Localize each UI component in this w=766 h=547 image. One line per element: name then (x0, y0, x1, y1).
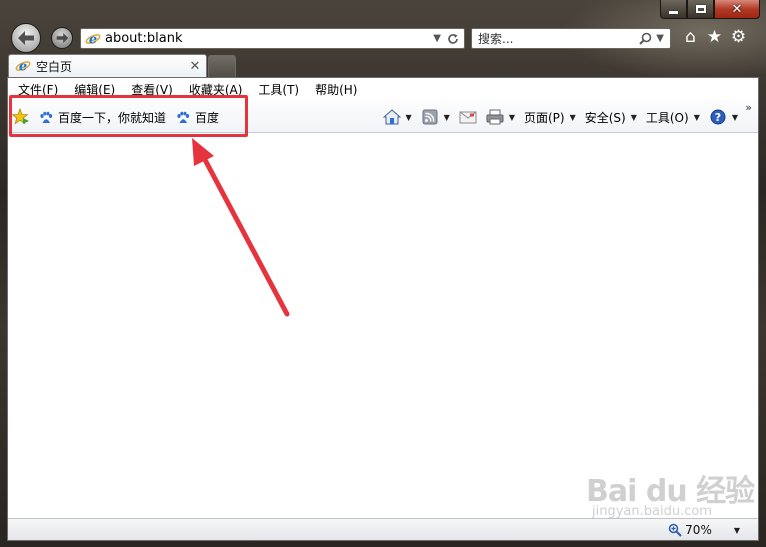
menu-help[interactable]: 帮助(H) (315, 81, 357, 98)
maximize-icon (695, 5, 706, 13)
help-icon: ? (710, 109, 726, 125)
more-commands-button[interactable]: » (745, 101, 752, 114)
gear-icon[interactable]: ⚙ (730, 27, 747, 47)
search-input[interactable]: 搜索... (472, 30, 639, 47)
baidu-jingyan-watermark: Bai du 经验 jingyan.baidu.com (586, 466, 755, 519)
command-bar: ▼ ▼ ▼ 页面(P) ▼ 安全(S) ▼ 工具(O) ▼ ? ▼ (374, 108, 738, 126)
home-icon (382, 109, 401, 125)
address-bar[interactable]: e about:blank ▼ (80, 28, 465, 49)
chevron-down-icon[interactable]: ▼ (433, 33, 441, 44)
home-dropdown-icon[interactable]: ▼ (406, 113, 412, 122)
forward-button[interactable] (51, 27, 73, 49)
tab-close-button[interactable]: ✕ (187, 59, 203, 74)
tab-blank-page[interactable]: e 空白页 ✕ (8, 54, 207, 77)
menu-favorites[interactable]: 收藏夹(A) (189, 81, 243, 98)
favorite-link-baidu[interactable]: 百度 (176, 109, 219, 126)
tab-ie-icon: e (15, 60, 31, 75)
zoom-icon (668, 523, 682, 537)
magnifier-icon[interactable] (639, 32, 652, 45)
maximize-button[interactable] (687, 0, 714, 19)
status-bar: 70% ▼ (8, 518, 758, 540)
add-favorite-star-icon[interactable] (12, 108, 30, 126)
back-arrow-icon (18, 31, 34, 45)
menu-tools[interactable]: 工具(T) (258, 81, 299, 98)
svg-text:e: e (19, 60, 27, 75)
menu-view[interactable]: 查看(V) (131, 81, 173, 98)
help-dropdown-icon[interactable]: ▼ (732, 113, 738, 122)
mail-icon (459, 111, 477, 124)
print-dropdown-icon[interactable]: ▼ (509, 113, 515, 122)
rss-icon (422, 109, 438, 125)
star-icon[interactable]: ★ (706, 27, 723, 47)
zoom-control[interactable]: 70% ▼ (668, 523, 740, 537)
favorite-link-baidu-search[interactable]: 百度一下，你就知道 (39, 109, 166, 126)
back-button[interactable] (11, 23, 41, 53)
svg-text:e: e (89, 32, 97, 47)
menu-edit[interactable]: 编辑(E) (74, 81, 115, 98)
mail-button[interactable] (459, 109, 477, 125)
new-tab-button[interactable] (208, 55, 236, 77)
address-input[interactable]: about:blank (105, 31, 433, 46)
ie-icon: e (85, 32, 101, 47)
baidu-paw-icon (40, 111, 53, 123)
search-dropdown-icon[interactable]: ▼ (656, 33, 664, 44)
feeds-button[interactable]: ▼ (421, 109, 450, 125)
page-content[interactable] (8, 133, 758, 518)
command-row: » 百度一下，你就知道 百度 ▼ ▼ ▼ 页面(P) ▼ 安全(S) ▼ 工具(… (8, 100, 758, 133)
menu-bar: 文件(F) 编辑(E) 查看(V) 收藏夹(A) 工具(T) 帮助(H) (8, 78, 758, 100)
help-button[interactable]: ? ▼ (709, 109, 738, 125)
safety-menu-label: 安全(S) (584, 110, 626, 125)
page-menu-label: 页面(P) (523, 110, 565, 125)
tab-title: 空白页 (36, 59, 73, 74)
home-button[interactable]: ▼ (382, 109, 412, 125)
zoom-level: 70% (685, 523, 712, 537)
home-icon[interactable]: ⌂ (682, 27, 699, 47)
page-menu-button[interactable]: 页面(P) ▼ (524, 109, 576, 126)
tools-menu-label: 工具(O) (645, 110, 689, 125)
page-dropdown-icon: ▼ (569, 112, 576, 122)
minimize-button[interactable] (660, 0, 687, 19)
close-window-button[interactable]: ✕ (714, 0, 760, 19)
minimize-icon (669, 10, 678, 14)
svg-text:?: ? (715, 111, 721, 124)
feeds-dropdown-icon[interactable]: ▼ (444, 113, 450, 122)
search-bar[interactable]: 搜索... ▼ (471, 28, 671, 49)
refresh-icon[interactable] (447, 33, 459, 45)
caption-buttons: ✕ (660, 0, 760, 20)
close-icon: ✕ (731, 1, 743, 17)
menu-file[interactable]: 文件(F) (18, 81, 58, 98)
safety-dropdown-icon: ▼ (630, 112, 637, 122)
tools-dropdown-icon: ▼ (693, 112, 700, 122)
tools-menu-button[interactable]: 工具(O) ▼ (646, 109, 700, 126)
zoom-dropdown-icon[interactable]: ▼ (734, 526, 740, 535)
printer-icon (486, 109, 504, 125)
baidu-paw-icon (177, 111, 190, 123)
print-button[interactable]: ▼ (486, 109, 515, 125)
favorite-link-label: 百度一下，你就知道 (58, 111, 167, 125)
favorite-link-label: 百度 (195, 111, 220, 125)
browser-tool-icons: ⌂ ★ ⚙ (682, 27, 747, 47)
forward-arrow-icon (56, 32, 68, 44)
safety-menu-button[interactable]: 安全(S) ▼ (585, 109, 637, 126)
